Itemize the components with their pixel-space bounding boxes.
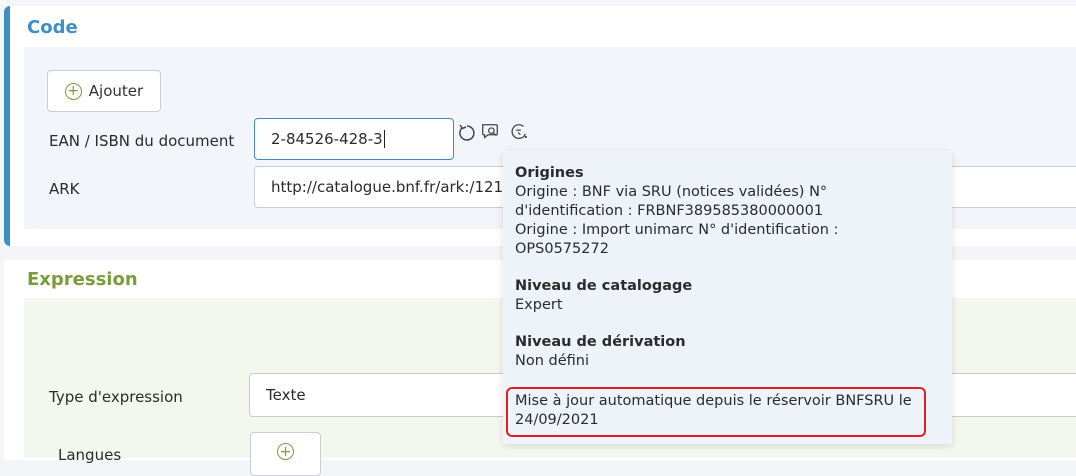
plus-circle-icon: + [64, 82, 82, 100]
niveau-derivation-value: Non défini [515, 353, 589, 369]
add-button-label: Ajouter [88, 82, 144, 100]
type-expression-label: Type d'expression [49, 388, 183, 406]
update-info-text: Mise à jour automatique depuis le réserv… [515, 393, 912, 428]
origines-title: Origines [515, 165, 584, 181]
origine-line-2: Origine : Import unimarc N° d'identifica… [515, 222, 839, 257]
add-button[interactable]: + Ajouter [47, 70, 161, 112]
ean-input[interactable]: 2-84526-428-3 [254, 118, 454, 160]
niveau-catalogage-value: Expert [515, 297, 563, 313]
type-expression-value: Texte [266, 386, 306, 404]
niveau-derivation-title: Niveau de dérivation [515, 334, 686, 350]
niveau-catalogage-block: Niveau de catalogage Expert [515, 277, 952, 315]
add-langue-button[interactable]: + [250, 432, 321, 476]
expression-section-title: Expression [27, 269, 138, 290]
reset-icon[interactable] [457, 122, 477, 144]
search-comment-icon[interactable] [480, 121, 500, 143]
langues-label: Langues [58, 446, 122, 464]
text-caret [383, 130, 385, 148]
ean-input-value: 2-84526-428-3 [271, 130, 383, 148]
ark-label: ARK [49, 180, 80, 198]
niveau-catalogage-title: Niveau de catalogage [515, 278, 693, 294]
refresh-clock-icon[interactable] [509, 121, 529, 143]
niveau-derivation-block: Niveau de dérivation Non défini [515, 333, 952, 371]
code-section-title: Code [27, 17, 78, 38]
ark-input-value: http://catalogue.bnf.fr/ark:/121 [271, 178, 504, 196]
ean-label: EAN / ISBN du document [49, 132, 235, 150]
origines-block: Origines Origine : BNF via SRU (notices … [515, 164, 952, 259]
origine-line-1: Origine : BNF via SRU (notices validées)… [515, 184, 828, 219]
